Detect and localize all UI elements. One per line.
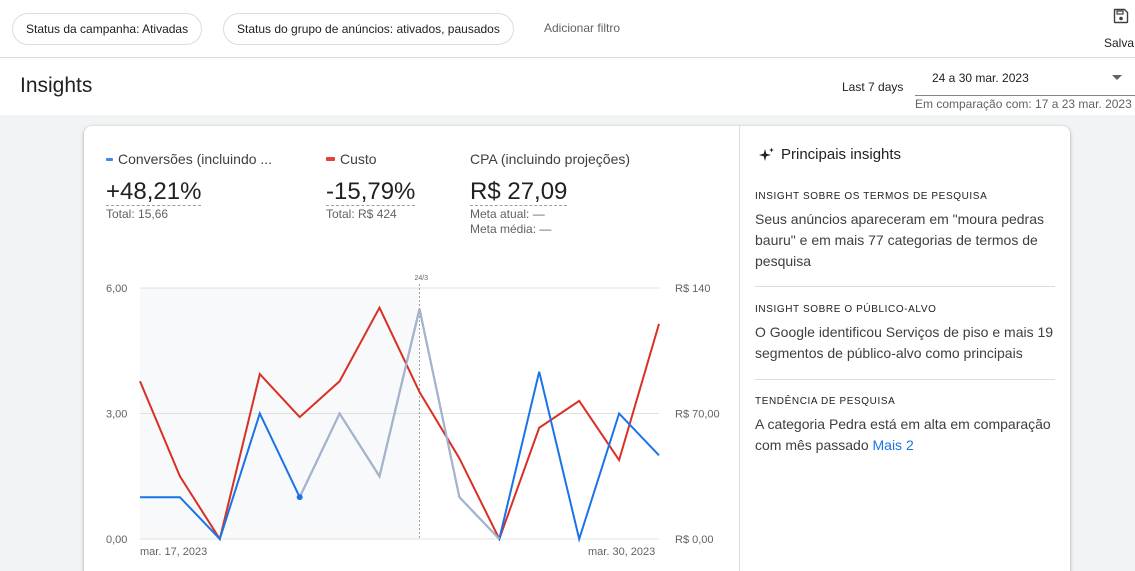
- insights-title: Principais insights: [781, 146, 902, 163]
- page-title: Insights: [20, 74, 93, 97]
- x-tick-label: mar. 17, 2023: [140, 546, 207, 558]
- comparison-range: Em comparação com: 17 a 23 mar. 2023: [915, 97, 1132, 111]
- insights-header: Principais insights: [759, 146, 901, 163]
- y-left-tick-label: 3,00: [106, 409, 127, 421]
- date-range-dropdown[interactable]: 24 a 30 mar. 2023: [915, 60, 1135, 96]
- insight-title: INSIGHT SOBRE O PÚBLICO-ALVO: [755, 304, 937, 315]
- highlighted-point: [296, 494, 303, 501]
- date-marker-label: 24/3: [414, 275, 428, 282]
- insight-text: A categoria Pedra está em alta em compar…: [755, 414, 1055, 456]
- series-swatch: [326, 157, 335, 161]
- series-swatch: [106, 157, 113, 161]
- y-left-tick-label: 0,00: [106, 534, 127, 546]
- insight-title: INSIGHT SOBRE OS TERMOS DE PESQUISA: [755, 191, 988, 202]
- y-right-tick-label: R$ 140: [675, 283, 710, 295]
- metric-value: -15,79%: [326, 178, 416, 206]
- y-left-tick-label: 6,00: [106, 283, 127, 295]
- metric-goal-average: Meta média: —: [470, 222, 552, 236]
- save-icon: [1113, 8, 1129, 24]
- metric-label: Custo: [340, 151, 377, 167]
- metric-cost[interactable]: Custo -15,79% Total: R$ 424: [326, 151, 416, 221]
- add-filter-button[interactable]: Adicionar filtro: [544, 21, 620, 35]
- insight-search-trend[interactable]: TENDÊNCIA DE PESQUISA A categoria Pedra …: [755, 396, 1055, 456]
- filter-bar: Status da campanha: Ativadas Status do g…: [0, 0, 1135, 58]
- metric-cpa[interactable]: CPA (incluindo projeções) R$ 27,09 Meta …: [470, 151, 630, 236]
- sparkle-icon: [759, 147, 774, 161]
- save-button[interactable]: Salva: [1100, 8, 1135, 52]
- metric-total: Total: R$ 424: [326, 207, 397, 221]
- metric-value: +48,21%: [106, 178, 202, 206]
- metric-conversions[interactable]: Conversões (incluindo ... +48,21% Total:…: [106, 151, 272, 221]
- insight-divider: [755, 286, 1055, 287]
- y-right-tick-label: R$ 70,00: [675, 409, 720, 421]
- x-tick-label: mar. 30, 2023: [588, 546, 655, 558]
- campaign-status-filter-chip[interactable]: Status da campanha: Ativadas: [12, 13, 203, 45]
- insights-card: Conversões (incluindo ... +48,21% Total:…: [84, 126, 1070, 571]
- metric-goal-current: Meta atual: —: [470, 207, 545, 221]
- metric-total: Total: 15,66: [106, 207, 169, 221]
- y-right-tick-label: R$ 0,00: [675, 534, 714, 546]
- more-insights-link[interactable]: Mais 2: [873, 437, 914, 453]
- insight-text: O Google identificou Serviços de piso e …: [755, 324, 1054, 361]
- metric-label: Conversões (incluindo ...: [118, 151, 273, 167]
- metric-value: R$ 27,09: [470, 178, 568, 206]
- panel-divider: [739, 126, 740, 571]
- insight-search-terms[interactable]: INSIGHT SOBRE OS TERMOS DE PESQUISA Seus…: [755, 191, 1055, 272]
- dropdown-caret-icon: [1112, 75, 1122, 80]
- date-range-value: 24 a 30 mar. 2023: [932, 71, 1029, 85]
- range-preset-label: Last 7 days: [842, 80, 904, 94]
- insight-text: Seus anúncios apareceram em "moura pedra…: [755, 211, 1045, 269]
- metric-label: CPA (incluindo projeções): [470, 151, 631, 167]
- save-label: Salva: [1104, 36, 1135, 50]
- insight-title: TENDÊNCIA DE PESQUISA: [755, 396, 896, 407]
- insight-divider: [755, 379, 1055, 380]
- performance-chart[interactable]: 6,00 R$ 140 3,00 R$ 70,00 0,00 R$ 0,00 24/3 mar…: [84, 266, 739, 571]
- adgroup-status-filter-chip[interactable]: Status do grupo de anúncios: ativados, p…: [223, 13, 514, 45]
- insight-audience[interactable]: INSIGHT SOBRE O PÚBLICO-ALVO O Google id…: [755, 304, 1055, 364]
